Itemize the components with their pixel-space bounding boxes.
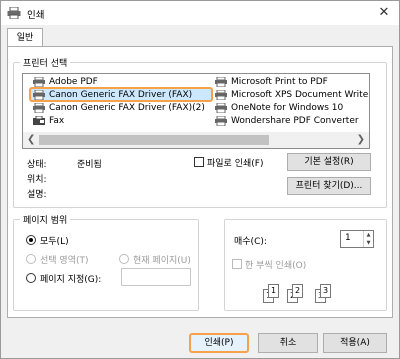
printer-icon — [215, 116, 227, 126]
cancel-button[interactable]: 취소 — [258, 333, 318, 353]
page-range-all-radio[interactable] — [26, 235, 36, 245]
status-label: 상태: — [27, 160, 47, 170]
page-range-current-radio[interactable] — [119, 254, 129, 264]
printer-icon — [33, 103, 45, 113]
print-to-file-checkbox[interactable] — [194, 157, 204, 167]
printer-item-selected[interactable]: Canon Generic FAX Driver (FAX) — [29, 87, 213, 102]
copies-stepper[interactable]: 1 ▲ ▼ — [340, 230, 374, 248]
printer-item[interactable]: Wondershare PDF Converter — [215, 115, 369, 127]
printer-icon — [33, 77, 45, 87]
printer-icon — [7, 7, 21, 19]
page-range-selection-label[interactable]: 선택 영역(T) — [40, 253, 89, 266]
print-dialog: 인쇄 ✕ 일반 프린터 선택 페이지 범위 Adobe PDF Canon Ge… — [0, 0, 400, 359]
page-range-selection-radio[interactable] — [26, 254, 36, 264]
window-title: 인쇄 — [27, 10, 45, 21]
print-button[interactable]: 인쇄(P) — [189, 333, 249, 353]
page-range-title: 페이지 범위 — [20, 213, 71, 226]
copies-label: 매수(C): — [234, 237, 267, 247]
page-range-current-label[interactable]: 현재 페이지(U) — [133, 253, 191, 266]
page-range-all-label[interactable]: 모두(L) — [40, 234, 69, 247]
stepper-up-icon[interactable]: ▲ — [363, 231, 373, 239]
fax-icon — [33, 116, 45, 125]
printer-list-scrollbar[interactable]: ❮ ❯ — [23, 132, 369, 148]
comment-label: 설명: — [27, 190, 47, 200]
stepper-down-icon[interactable]: ▼ — [363, 239, 373, 247]
printer-item-label: OneNote for Windows 10 — [231, 103, 344, 113]
collate-checkbox[interactable] — [232, 259, 242, 269]
printer-item[interactable]: OneNote for Windows 10 — [215, 102, 369, 114]
close-button[interactable]: ✕ — [369, 1, 399, 25]
print-to-file-label[interactable]: 파일로 인쇄(F) — [207, 156, 263, 169]
find-printer-button[interactable]: 프린터 찾기(D)... — [287, 177, 371, 195]
scrollbar-thumb[interactable] — [39, 135, 269, 145]
printer-icon — [215, 103, 227, 113]
printer-item-label: Wondershare PDF Converter — [231, 116, 359, 126]
collate-label[interactable]: 한 부씩 인쇄(O) — [245, 258, 306, 271]
status-value: 준비됨 — [77, 160, 102, 170]
collate-page: 1 — [268, 284, 279, 298]
scroll-right-icon[interactable]: ❯ — [357, 134, 365, 145]
collate-page: 3 — [320, 284, 331, 298]
apply-button[interactable]: 적용(A) — [323, 333, 387, 353]
printer-item-label: Canon Generic FAX Driver (FAX) — [49, 90, 193, 100]
preferences-button[interactable]: 기본 설정(R) — [287, 153, 371, 171]
printer-icon — [33, 90, 45, 100]
printer-item-label: Microsoft XPS Document Writer — [231, 90, 370, 100]
printer-icon — [215, 90, 227, 100]
title-bar: 인쇄 ✕ — [1, 1, 399, 25]
printer-item-label: Canon Generic FAX Driver (FAX)(2) — [49, 103, 205, 113]
page-range-input[interactable] — [121, 268, 191, 286]
scroll-left-icon[interactable]: ❮ — [27, 134, 35, 145]
printer-select-title: 프린터 선택 — [20, 56, 71, 69]
tab-general[interactable]: 일반 — [7, 28, 43, 48]
page-range-pages-radio[interactable] — [26, 273, 36, 283]
printer-icon — [215, 77, 227, 87]
printer-item[interactable]: Canon Generic FAX Driver (FAX)(2) — [33, 102, 213, 114]
printer-item-label: Fax — [49, 116, 65, 126]
tab-strip: 일반 — [1, 25, 399, 48]
copies-value[interactable]: 1 — [345, 233, 351, 243]
collate-page: 2 — [292, 284, 303, 298]
location-label: 위치: — [27, 175, 47, 185]
printer-item[interactable]: Microsoft Print to PDF — [215, 76, 369, 88]
page-range-pages-label[interactable]: 페이지 지정(G): — [40, 272, 101, 285]
printer-item[interactable]: Fax — [33, 115, 153, 127]
printer-item-label: Microsoft Print to PDF — [231, 77, 328, 87]
printer-item[interactable]: Microsoft XPS Document Writer — [215, 89, 370, 101]
